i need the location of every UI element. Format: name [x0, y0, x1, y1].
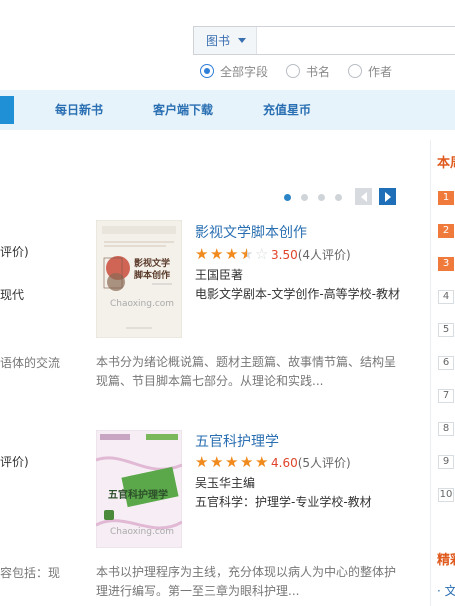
- score-value: 4.60: [271, 456, 298, 470]
- rank-badge: 4: [438, 290, 454, 304]
- sidebar-title: 本周: [437, 156, 455, 171]
- svg-text:五官科护理学: 五官科护理学: [108, 488, 168, 501]
- book-title-link[interactable]: 影视文学脚本创作: [195, 222, 307, 242]
- radio-label: 作者: [368, 64, 393, 79]
- carousel-next-button[interactable]: [379, 188, 396, 205]
- search-category-label: 图书: [206, 34, 231, 48]
- rank-badge: 6: [438, 356, 454, 370]
- search-field-options: 全部字段 书名 作者: [200, 62, 410, 80]
- book-author: 王国臣著: [195, 268, 244, 282]
- chevron-right-icon: [384, 191, 391, 202]
- radio-unchecked-icon: [286, 64, 301, 78]
- search-box[interactable]: 图书: [193, 26, 455, 55]
- nav-item-active[interactable]: [0, 96, 14, 124]
- star-full-icon: ★: [225, 245, 239, 263]
- book-summary: 本书分为绪论概说篇、题材主题篇、故事情节篇、结构呈现篇、节目脚本篇七部分。从理论…: [96, 355, 397, 388]
- radio-label: 书名: [306, 64, 331, 79]
- review-count[interactable]: (5人评价): [298, 456, 351, 470]
- star-full-icon: ★: [255, 453, 269, 471]
- star-full-icon: ★: [240, 453, 254, 471]
- rank-badge: 2: [438, 224, 454, 238]
- book-author: 吴玉华主编: [195, 476, 256, 490]
- svg-text:Chaoxing.com: Chaoxing.com: [110, 299, 174, 309]
- carousel-dot[interactable]: [335, 194, 342, 201]
- sidebar-section-title: 精彩: [437, 553, 455, 568]
- svg-text:脚本创作: 脚本创作: [134, 269, 170, 281]
- sidebar-link[interactable]: · 文: [437, 582, 455, 599]
- left-book-summary-fragment: 语体的交流: [0, 356, 61, 370]
- star-full-icon: ★: [195, 245, 209, 263]
- rating-score: 3.50(4人评价): [271, 246, 351, 263]
- radio-all-fields[interactable]: 全部字段: [200, 63, 268, 80]
- book-category: 五官科学：护理学-专业学校-教材: [195, 495, 372, 509]
- rank-badge: 10: [438, 488, 454, 502]
- rank-badge: 9: [438, 455, 454, 469]
- carousel-dot[interactable]: [301, 194, 308, 201]
- left-book-rating-fragment: 评价): [0, 245, 29, 259]
- review-count[interactable]: (4人评价): [298, 248, 351, 262]
- star-full-icon: ★: [195, 453, 209, 471]
- star-full-icon: ★: [210, 245, 224, 263]
- nav-item-client-download[interactable]: 客户端下载: [153, 90, 213, 130]
- radio-author[interactable]: 作者: [348, 63, 392, 80]
- rating-stars: ★ ★ ★ ★ ☆: [195, 245, 270, 263]
- radio-checked-icon: [200, 64, 214, 78]
- rank-badge: 7: [438, 389, 454, 403]
- book-category: 电影文学剧本-文学创作-高等学校-教材: [195, 287, 400, 301]
- book-cover[interactable]: 影视文学 脚本创作 Chaoxing.com: [96, 220, 182, 338]
- star-full-icon: ★: [210, 453, 224, 471]
- svg-text:Chaoxing.com: Chaoxing.com: [110, 527, 174, 537]
- star-half-icon: ★: [240, 247, 255, 263]
- radio-unchecked-icon: [348, 64, 363, 78]
- carousel-dot-active[interactable]: [284, 194, 291, 201]
- carousel-prev-button[interactable]: [355, 188, 372, 205]
- radio-label: 全部字段: [220, 64, 269, 79]
- rank-badge: 3: [438, 257, 454, 271]
- book-summary: 本书以护理程序为主线，充分体现以病人为中心的整体护理进行编写。第一至三章为眼科护…: [96, 565, 397, 598]
- star-full-icon: ★: [225, 453, 239, 471]
- nav-item-daily-new[interactable]: 每日新书: [55, 90, 103, 130]
- rating-stars: ★ ★ ★ ★ ★: [195, 455, 270, 470]
- rank-badge: 1: [438, 191, 454, 205]
- search-category-select[interactable]: 图书: [194, 27, 257, 54]
- left-book-text-fragment: 现代: [0, 288, 25, 302]
- rating-score: 4.60(5人评价): [271, 454, 351, 471]
- book-title-link[interactable]: 五官科护理学: [195, 431, 279, 451]
- star-empty-icon: ☆: [255, 245, 269, 263]
- main-nav: 每日新书 客户端下载 充值星币: [0, 90, 455, 130]
- svg-text:影视文学: 影视文学: [134, 257, 170, 269]
- chevron-down-icon: [238, 38, 247, 43]
- rank-badge: 5: [438, 323, 454, 337]
- left-book-summary-fragment: 容包括：现: [0, 566, 61, 580]
- book-cover[interactable]: 五官科护理学 Chaoxing.com: [96, 430, 182, 548]
- left-book-rating-fragment: 评价): [0, 455, 29, 469]
- carousel-dots: [284, 194, 352, 201]
- column-divider: [430, 140, 431, 606]
- radio-title[interactable]: 书名: [286, 63, 330, 80]
- chevron-left-icon: [360, 191, 367, 202]
- rank-badge: 8: [438, 422, 454, 436]
- score-value: 3.50: [271, 248, 298, 262]
- nav-item-recharge[interactable]: 充值星币: [263, 90, 311, 130]
- carousel-dot[interactable]: [318, 194, 325, 201]
